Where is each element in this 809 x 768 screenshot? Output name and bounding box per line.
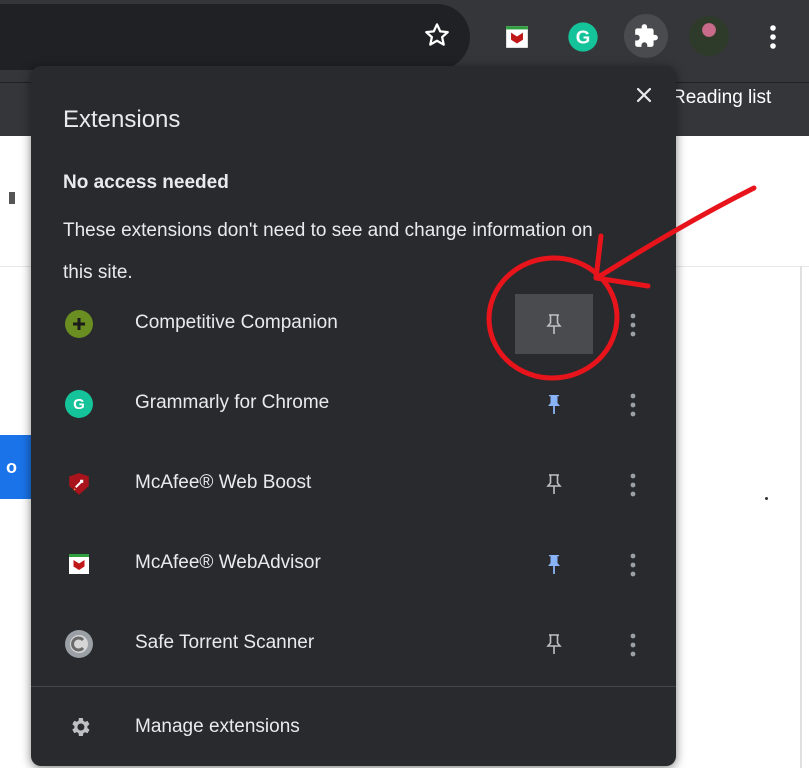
extension-row[interactable]: G Grammarly for Chrome	[31, 364, 676, 444]
extension-name: Safe Torrent Scanner	[135, 632, 315, 653]
more-options-button[interactable]	[623, 548, 643, 582]
more-vert-icon	[630, 553, 636, 577]
section-heading: No access needed	[63, 172, 229, 193]
page-blue-button[interactable]: o	[0, 435, 34, 499]
pin-button[interactable]	[515, 534, 593, 594]
more-options-button[interactable]	[623, 388, 643, 422]
extension-name: Competitive Companion	[135, 312, 338, 333]
more-options-button[interactable]	[623, 468, 643, 502]
extension-name: McAfee® WebAdvisor	[135, 552, 321, 573]
section-description: These extensions don't need to see and c…	[63, 220, 593, 283]
extension-name: Grammarly for Chrome	[135, 392, 330, 413]
pin-icon	[546, 314, 562, 334]
more-options-button[interactable]	[623, 308, 643, 342]
pin-filled-icon	[548, 395, 560, 414]
more-vert-icon	[630, 393, 636, 417]
more-vert-icon	[630, 633, 636, 657]
page-partial-glyph	[8, 186, 18, 216]
popup-divider	[31, 686, 676, 687]
more-vert-icon	[630, 473, 636, 497]
grammarly-icon: G	[65, 390, 93, 418]
svg-text:G: G	[73, 396, 85, 413]
close-icon	[636, 87, 652, 103]
chrome-menu-icon[interactable]	[762, 18, 784, 56]
page-dot	[765, 497, 768, 500]
page-panel-border	[800, 266, 802, 768]
extension-row[interactable]: McAfee® Web Boost	[31, 444, 676, 524]
extensions-popup: Extensions No access needed These extens…	[31, 66, 676, 766]
pin-button[interactable]	[515, 294, 593, 354]
more-options-button[interactable]	[623, 628, 643, 662]
manage-extensions-link[interactable]: Manage extensions	[135, 716, 300, 738]
popup-title: Extensions	[63, 106, 181, 133]
svg-text:o: o	[6, 457, 17, 477]
extension-name: McAfee® Web Boost	[135, 472, 312, 493]
extension-row[interactable]: Competitive Companion	[31, 284, 676, 364]
gear-icon	[65, 712, 95, 742]
pin-icon	[546, 474, 562, 494]
bookmark-star-icon[interactable]	[420, 18, 454, 52]
pin-button[interactable]	[515, 614, 593, 674]
extension-row[interactable]: Safe Torrent Scanner	[31, 604, 676, 684]
extensions-puzzle-icon[interactable]	[624, 14, 668, 58]
mcafee-shield-icon	[65, 550, 93, 578]
mcafee-webadvisor-toolbar-icon[interactable]	[500, 20, 534, 54]
svg-text:G: G	[576, 27, 591, 48]
profile-avatar[interactable]	[689, 16, 729, 56]
grammarly-toolbar-icon[interactable]: G	[566, 20, 600, 54]
extension-row[interactable]: McAfee® WebAdvisor	[31, 524, 676, 604]
pin-button[interactable]	[515, 454, 593, 514]
close-button[interactable]	[629, 80, 659, 110]
pin-filled-icon	[548, 555, 560, 574]
pin-button[interactable]	[515, 374, 593, 434]
manage-extensions-row[interactable]: Manage extensions	[31, 692, 676, 762]
address-bar[interactable]	[0, 4, 470, 70]
torrent-scanner-icon	[65, 630, 93, 658]
pin-icon	[546, 634, 562, 654]
more-vert-icon	[630, 313, 636, 337]
plus-circle-icon	[65, 310, 93, 338]
mcafee-rocket-icon	[65, 470, 93, 498]
reading-list-button[interactable]: Reading list	[672, 87, 771, 109]
